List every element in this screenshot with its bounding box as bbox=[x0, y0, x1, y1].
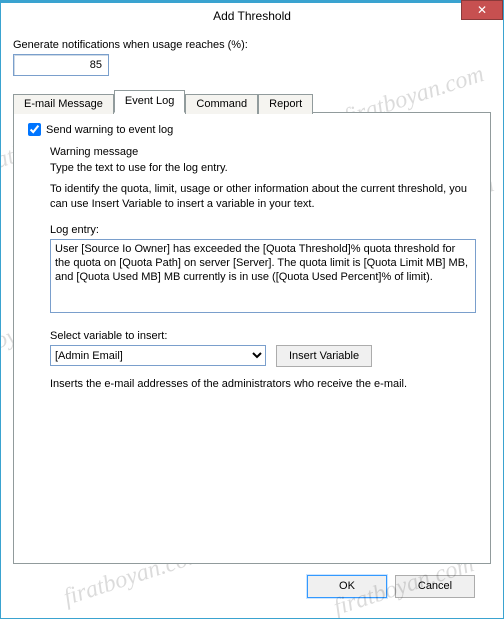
select-variable-label: Select variable to insert: bbox=[50, 330, 476, 342]
close-button[interactable]: ✕ bbox=[461, 0, 503, 20]
tab-strip: E-mail Message Event Log Command Report bbox=[13, 90, 491, 113]
insert-variable-help: Inserts the e-mail addresses of the admi… bbox=[50, 377, 476, 392]
client-area: Generate notifications when usage reache… bbox=[1, 29, 503, 618]
tab-command[interactable]: Command bbox=[185, 94, 258, 114]
send-warning-row[interactable]: Send warning to event log bbox=[28, 123, 476, 136]
ok-button[interactable]: OK bbox=[307, 575, 387, 598]
window-title: Add Threshold bbox=[213, 9, 291, 23]
warning-section: Warning message Type the text to use for… bbox=[50, 146, 476, 392]
variable-select[interactable]: [Admin Email] bbox=[50, 345, 266, 366]
log-entry-textarea[interactable] bbox=[50, 239, 476, 313]
generate-label: Generate notifications when usage reache… bbox=[13, 39, 491, 51]
close-icon: ✕ bbox=[477, 3, 487, 17]
titlebar: Add Threshold ✕ bbox=[1, 3, 503, 29]
dialog-footer: OK Cancel bbox=[13, 564, 491, 608]
threshold-percent-input[interactable] bbox=[13, 54, 109, 76]
tab-report[interactable]: Report bbox=[258, 94, 313, 114]
insert-variable-button[interactable]: Insert Variable bbox=[276, 345, 372, 367]
log-entry-label: Log entry: bbox=[50, 224, 476, 236]
tab-email[interactable]: E-mail Message bbox=[13, 94, 114, 114]
tab-panel-event-log: Send warning to event log Warning messag… bbox=[13, 112, 491, 564]
warning-message-title: Warning message bbox=[50, 146, 476, 158]
warning-message-help: To identify the quota, limit, usage or o… bbox=[50, 182, 476, 212]
cancel-button[interactable]: Cancel bbox=[395, 575, 475, 598]
select-variable-row: [Admin Email] Insert Variable bbox=[50, 345, 476, 367]
warning-message-desc: Type the text to use for the log entry. bbox=[50, 162, 476, 174]
send-warning-label: Send warning to event log bbox=[46, 124, 173, 136]
tab-event-log[interactable]: Event Log bbox=[114, 90, 186, 113]
dialog-window: Add Threshold ✕ Generate notifications w… bbox=[0, 0, 504, 619]
send-warning-checkbox[interactable] bbox=[28, 123, 41, 136]
